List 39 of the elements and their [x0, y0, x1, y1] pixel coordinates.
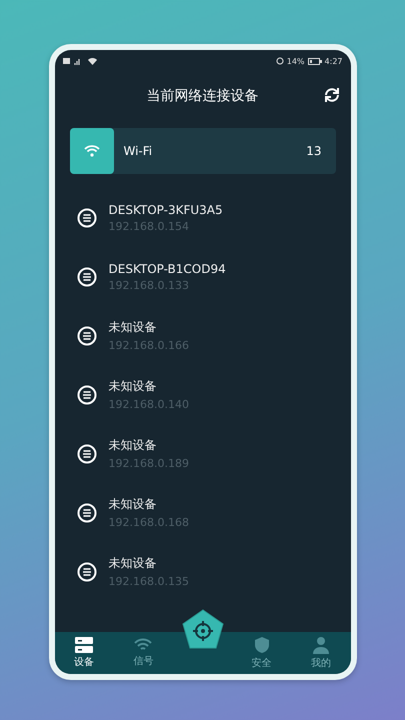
ip-address: 192.168.0.154	[108, 220, 190, 232]
page-title: 当前网络连接设备	[146, 87, 258, 105]
person-icon	[312, 636, 329, 654]
device-name[interactable]: 未知设备	[108, 555, 189, 572]
shield-icon	[254, 636, 270, 654]
wifi-icon	[88, 57, 96, 65]
server-icon	[75, 637, 94, 653]
device-name[interactable]: 未知设备	[108, 319, 189, 336]
device-icon	[76, 384, 96, 404]
ip-address: 192.168.0.189	[108, 457, 189, 470]
alarm-icon	[276, 57, 284, 65]
refresh-icon[interactable]	[322, 86, 340, 104]
ip-address: 192.168.0.140	[108, 398, 189, 411]
device-count: 13	[306, 144, 322, 158]
device-icon	[76, 444, 96, 464]
ip-address: 192.168.0.133	[108, 278, 190, 292]
device-icon	[76, 326, 96, 346]
ip-address: 192.168.0.135	[108, 575, 189, 588]
nav-tab[interactable]: 我的	[291, 632, 350, 674]
device-name[interactable]: DESKTOP-B1COD94	[108, 262, 226, 276]
battery-icon	[308, 58, 322, 64]
device-name[interactable]: 未知设备	[108, 378, 189, 395]
device-icon	[76, 502, 96, 522]
battery-percent: 14%	[286, 56, 305, 66]
ip-address: 192.168.0.168	[108, 516, 189, 529]
device-name[interactable]: 未知设备	[108, 496, 189, 513]
ip-address: 192.168.0.166	[108, 339, 189, 352]
wifi-icon	[134, 638, 152, 652]
wifi-icon	[84, 145, 100, 157]
device-icon	[76, 266, 96, 286]
nav-tab[interactable]: 设备	[54, 632, 114, 674]
nav-tab[interactable]: 信号	[114, 632, 173, 674]
device-name[interactable]: 未知设备	[108, 437, 189, 454]
device-icon	[76, 562, 96, 582]
device-name[interactable]: DESKTOP-3KFU3A5	[108, 202, 223, 216]
nav-tab[interactable]: 安全	[232, 632, 292, 674]
network-name: Wi-Fi	[124, 144, 154, 158]
clock-time: 4:27	[324, 56, 342, 66]
device-icon	[76, 208, 96, 228]
